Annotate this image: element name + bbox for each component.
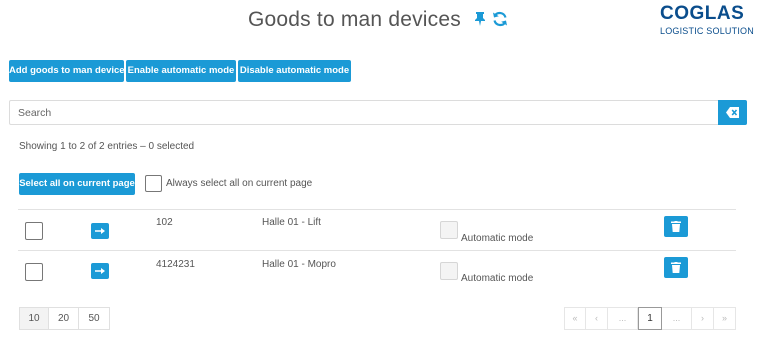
logo-text: COGLAS xyxy=(660,3,745,24)
refresh-icon[interactable] xyxy=(492,11,508,27)
device-id: 102 xyxy=(156,217,173,228)
automatic-mode-label: Automatic mode xyxy=(461,273,534,284)
always-select-label: Always select all on current page xyxy=(166,178,313,189)
arrow-right-icon xyxy=(95,228,105,234)
device-name: Halle 01 - Mopro xyxy=(262,259,336,270)
add-device-button[interactable]: Add goods to man device xyxy=(9,60,125,82)
always-select-checkbox[interactable] xyxy=(145,175,162,192)
company-logo: COGLAS LOGISTIC SOLUTION xyxy=(655,3,754,39)
search-input[interactable] xyxy=(10,101,719,124)
disable-automatic-mode-button[interactable]: Disable automatic mode xyxy=(238,60,351,82)
automatic-mode-label: Automatic mode xyxy=(461,233,534,244)
entries-status: Showing 1 to 2 of 2 entries – 0 selected xyxy=(19,141,195,152)
trash-icon xyxy=(671,262,681,273)
last-page-button[interactable]: » xyxy=(714,307,736,330)
table-divider xyxy=(18,209,736,210)
clear-search-button[interactable] xyxy=(718,100,747,125)
row-select-checkbox[interactable] xyxy=(25,263,43,281)
open-device-button[interactable] xyxy=(91,223,109,239)
previous-page-button[interactable]: ‹ xyxy=(586,307,608,330)
page-size-20[interactable]: 20 xyxy=(49,307,79,330)
page-title: Goods to man devices xyxy=(248,8,461,31)
automatic-mode-checkbox[interactable] xyxy=(440,221,458,239)
first-page-button[interactable]: « xyxy=(564,307,586,330)
row-select-checkbox[interactable] xyxy=(25,222,43,240)
current-page-button[interactable]: 1 xyxy=(638,307,662,330)
device-name: Halle 01 - Lift xyxy=(262,217,321,228)
search-bar xyxy=(9,100,747,125)
open-device-button[interactable] xyxy=(91,263,109,279)
pagination-ellipsis: ... xyxy=(662,307,692,330)
pagination-ellipsis: ... xyxy=(608,307,638,330)
page-size-50[interactable]: 50 xyxy=(79,307,110,330)
page-size-10[interactable]: 10 xyxy=(19,307,49,330)
logo-subtitle: LOGISTIC SOLUTION xyxy=(660,26,754,36)
eraser-icon xyxy=(726,107,739,118)
pin-icon[interactable] xyxy=(473,11,487,27)
automatic-mode-checkbox[interactable] xyxy=(440,262,458,280)
device-id: 4124231 xyxy=(156,259,195,270)
delete-device-button[interactable] xyxy=(664,257,688,278)
trash-icon xyxy=(671,221,681,232)
delete-device-button[interactable] xyxy=(664,216,688,237)
table-divider xyxy=(18,250,736,251)
next-page-button[interactable]: › xyxy=(692,307,714,330)
arrow-right-icon xyxy=(95,268,105,274)
enable-automatic-mode-button[interactable]: Enable automatic mode xyxy=(126,60,236,82)
select-all-button[interactable]: Select all on current page xyxy=(19,173,135,195)
page-header: Goods to man devices COGLAS LOGISTIC SOL… xyxy=(0,0,757,46)
